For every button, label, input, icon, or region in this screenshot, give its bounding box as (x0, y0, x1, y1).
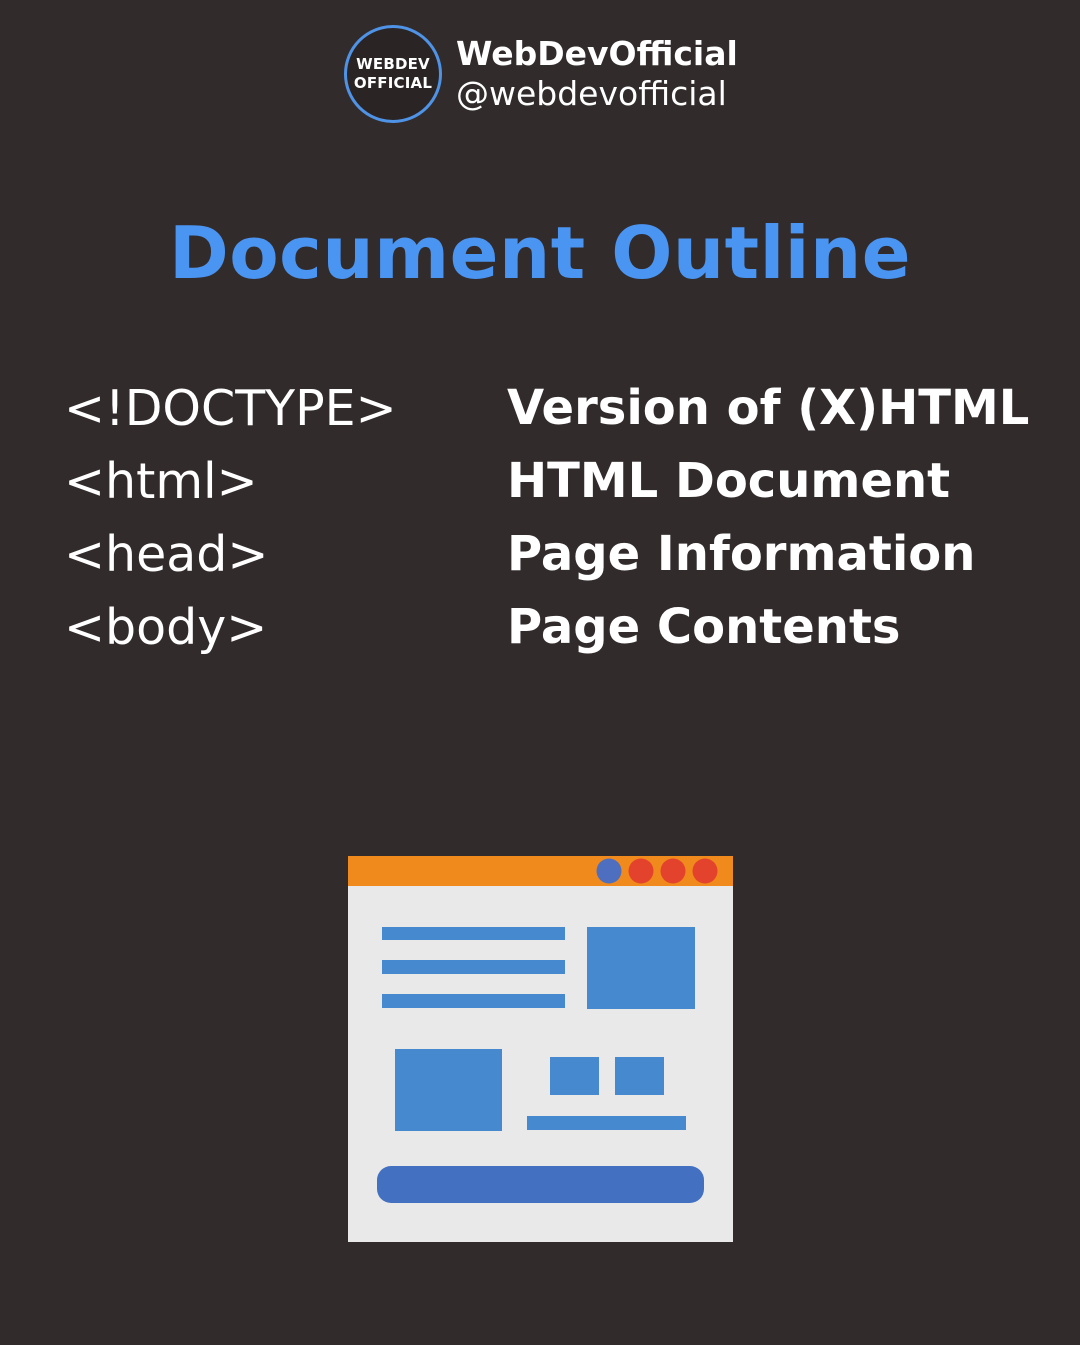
outline-tag: <head> (64, 526, 269, 583)
brand-text: WebDevOfficial @webdevofficial (456, 34, 738, 114)
text-line (382, 960, 565, 974)
brand-header: WEBDEV OFFICIAL WebDevOfficial @webdevof… (344, 22, 738, 126)
outline-row-doctype: <!DOCTYPE> Version of (X)HTML (64, 372, 1054, 445)
image-block (587, 927, 695, 1009)
outline-description: Page Information (507, 526, 976, 582)
outline-row-head: <head> Page Information (64, 518, 1054, 591)
page-title: Document Outline (168, 211, 912, 295)
brand-logo-line1: WEBDEV (356, 55, 430, 73)
text-line (382, 927, 565, 940)
brand-name: WebDevOfficial (456, 34, 738, 73)
window-dot-red (660, 858, 686, 884)
window-dot-blue (596, 858, 622, 884)
outline-tag: <html> (64, 453, 258, 510)
window-dot-red (692, 858, 718, 884)
browser-window-icon (348, 856, 733, 1242)
outline-row-html: <html> HTML Document (64, 445, 1054, 518)
outline-description: HTML Document (507, 453, 951, 509)
outline-list: <!DOCTYPE> Version of (X)HTML <html> HTM… (64, 372, 1054, 664)
text-line (382, 994, 565, 1008)
button-bar (377, 1166, 704, 1203)
outline-tag: <!DOCTYPE> (64, 380, 397, 437)
outline-description: Version of (X)HTML (507, 380, 1030, 436)
text-line (527, 1116, 686, 1130)
outline-description: Page Contents (507, 599, 901, 655)
outline-tag: <body> (64, 599, 268, 656)
small-block (615, 1057, 664, 1095)
image-block (395, 1049, 502, 1131)
brand-logo-line2: OFFICIAL (353, 74, 433, 92)
browser-window-illustration (348, 856, 733, 1242)
window-dot-red (628, 858, 654, 884)
outline-row-body: <body> Page Contents (64, 591, 1054, 664)
brand-logo: WEBDEV OFFICIAL (344, 25, 442, 123)
small-block (550, 1057, 599, 1095)
brand-handle: @webdevofficial (456, 74, 727, 113)
